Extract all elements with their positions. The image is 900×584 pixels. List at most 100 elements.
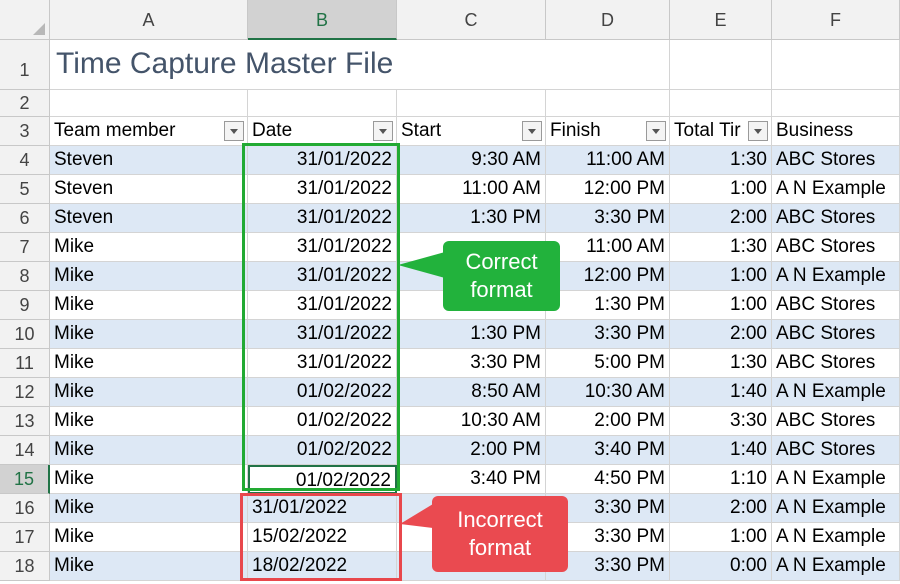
- cell-finish[interactable]: 11:00 AM: [546, 233, 670, 262]
- cell-team-member[interactable]: Mike: [50, 233, 248, 262]
- empty-cell[interactable]: [248, 90, 397, 117]
- row-header-12[interactable]: 12: [0, 378, 50, 407]
- row-header-16[interactable]: 16: [0, 494, 50, 523]
- empty-cell[interactable]: [670, 40, 772, 90]
- cell-start[interactable]: 3:40 PM: [397, 465, 546, 494]
- cell-team-member[interactable]: Mike: [50, 523, 248, 552]
- cell-finish[interactable]: 1:30 PM: [546, 291, 670, 320]
- cell-business[interactable]: ABC Stores: [772, 233, 900, 262]
- filter-dropdown-button[interactable]: [522, 121, 542, 141]
- row-header-9[interactable]: 9: [0, 291, 50, 320]
- empty-cell[interactable]: [397, 90, 546, 117]
- row-header-18[interactable]: 18: [0, 552, 50, 581]
- cell-finish[interactable]: 3:30 PM: [546, 320, 670, 349]
- cell-total-time[interactable]: 2:00: [670, 494, 772, 523]
- cell-team-member[interactable]: Steven: [50, 204, 248, 233]
- cell-team-member[interactable]: Mike: [50, 436, 248, 465]
- cell-team-member[interactable]: Mike: [50, 291, 248, 320]
- cell-business[interactable]: A N Example: [772, 523, 900, 552]
- cell-start[interactable]: 2:00 PM: [397, 436, 546, 465]
- cell-team-member[interactable]: Mike: [50, 378, 248, 407]
- cell-total-time[interactable]: 1:00: [670, 262, 772, 291]
- select-all-corner[interactable]: [0, 0, 50, 40]
- row-header-2[interactable]: 2: [0, 90, 50, 117]
- cell-start[interactable]: 1:30 PM: [397, 204, 546, 233]
- filter-dropdown-button[interactable]: [373, 121, 393, 141]
- row-header-10[interactable]: 10: [0, 320, 50, 349]
- cell-total-time[interactable]: 1:30: [670, 349, 772, 378]
- cell-team-member[interactable]: Steven: [50, 175, 248, 204]
- cell-business[interactable]: A N Example: [772, 262, 900, 291]
- cell-business[interactable]: A N Example: [772, 465, 900, 494]
- column-header-f[interactable]: F: [772, 0, 900, 40]
- cell-total-time[interactable]: 3:30: [670, 407, 772, 436]
- cell-business[interactable]: A N Example: [772, 552, 900, 581]
- cell-total-time[interactable]: 2:00: [670, 320, 772, 349]
- row-header-1[interactable]: 1: [0, 40, 50, 90]
- empty-cell[interactable]: [670, 90, 772, 117]
- cell-business[interactable]: ABC Stores: [772, 320, 900, 349]
- cell-total-time[interactable]: 0:00: [670, 552, 772, 581]
- cell-finish[interactable]: 3:40 PM: [546, 436, 670, 465]
- cell-business[interactable]: ABC Stores: [772, 349, 900, 378]
- row-header-13[interactable]: 13: [0, 407, 50, 436]
- cell-team-member[interactable]: Mike: [50, 552, 248, 581]
- cell-start[interactable]: 10:30 AM: [397, 407, 546, 436]
- cell-finish[interactable]: 2:00 PM: [546, 407, 670, 436]
- cell-total-time[interactable]: 1:00: [670, 291, 772, 320]
- column-header-e[interactable]: E: [670, 0, 772, 40]
- cell-business[interactable]: ABC Stores: [772, 407, 900, 436]
- table-header-5[interactable]: Business: [772, 117, 900, 146]
- cell-finish[interactable]: 4:50 PM: [546, 465, 670, 494]
- cell-total-time[interactable]: 1:30: [670, 146, 772, 175]
- cell-finish[interactable]: 12:00 PM: [546, 262, 670, 291]
- empty-cell[interactable]: [546, 40, 670, 90]
- cell-total-time[interactable]: 1:00: [670, 175, 772, 204]
- empty-cell[interactable]: [772, 40, 900, 90]
- cell-business[interactable]: ABC Stores: [772, 146, 900, 175]
- cell-team-member[interactable]: Mike: [50, 407, 248, 436]
- cell-start[interactable]: 8:50 AM: [397, 378, 546, 407]
- cell-team-member[interactable]: Steven: [50, 146, 248, 175]
- cell-business[interactable]: A N Example: [772, 378, 900, 407]
- cell-team-member[interactable]: Mike: [50, 494, 248, 523]
- filter-dropdown-button[interactable]: [748, 121, 768, 141]
- cell-start[interactable]: 9:30 AM: [397, 146, 546, 175]
- cell-finish[interactable]: 11:00 AM: [546, 146, 670, 175]
- cell-start[interactable]: 1:30 PM: [397, 320, 546, 349]
- cell-total-time[interactable]: 1:10: [670, 465, 772, 494]
- row-header-4[interactable]: 4: [0, 146, 50, 175]
- row-header-8[interactable]: 8: [0, 262, 50, 291]
- table-header-0[interactable]: Team member: [50, 117, 248, 146]
- sheet-title[interactable]: Time Capture Master File: [50, 40, 546, 90]
- empty-cell[interactable]: [772, 90, 900, 117]
- filter-dropdown-button[interactable]: [224, 121, 244, 141]
- cell-finish[interactable]: 5:00 PM: [546, 349, 670, 378]
- cell-start[interactable]: 11:00 AM: [397, 175, 546, 204]
- empty-cell[interactable]: [50, 90, 248, 117]
- empty-cell[interactable]: [546, 90, 670, 117]
- cell-total-time[interactable]: 1:30: [670, 233, 772, 262]
- cell-business[interactable]: ABC Stores: [772, 204, 900, 233]
- cell-finish[interactable]: 3:30 PM: [546, 204, 670, 233]
- cell-finish[interactable]: 10:30 AM: [546, 378, 670, 407]
- column-header-a[interactable]: A: [50, 0, 248, 40]
- cell-total-time[interactable]: 2:00: [670, 204, 772, 233]
- cell-business[interactable]: A N Example: [772, 175, 900, 204]
- cell-start[interactable]: 3:30 PM: [397, 349, 546, 378]
- cell-total-time[interactable]: 1:40: [670, 378, 772, 407]
- cell-business[interactable]: ABC Stores: [772, 291, 900, 320]
- row-header-14[interactable]: 14: [0, 436, 50, 465]
- row-header-11[interactable]: 11: [0, 349, 50, 378]
- column-header-c[interactable]: C: [397, 0, 546, 40]
- column-header-b[interactable]: B: [248, 0, 397, 40]
- row-header-7[interactable]: 7: [0, 233, 50, 262]
- cell-total-time[interactable]: 1:40: [670, 436, 772, 465]
- cell-finish[interactable]: 12:00 PM: [546, 175, 670, 204]
- filter-dropdown-button[interactable]: [646, 121, 666, 141]
- cell-team-member[interactable]: Mike: [50, 320, 248, 349]
- row-header-17[interactable]: 17: [0, 523, 50, 552]
- cell-business[interactable]: ABC Stores: [772, 436, 900, 465]
- cell-team-member[interactable]: Mike: [50, 349, 248, 378]
- cell-total-time[interactable]: 1:00: [670, 523, 772, 552]
